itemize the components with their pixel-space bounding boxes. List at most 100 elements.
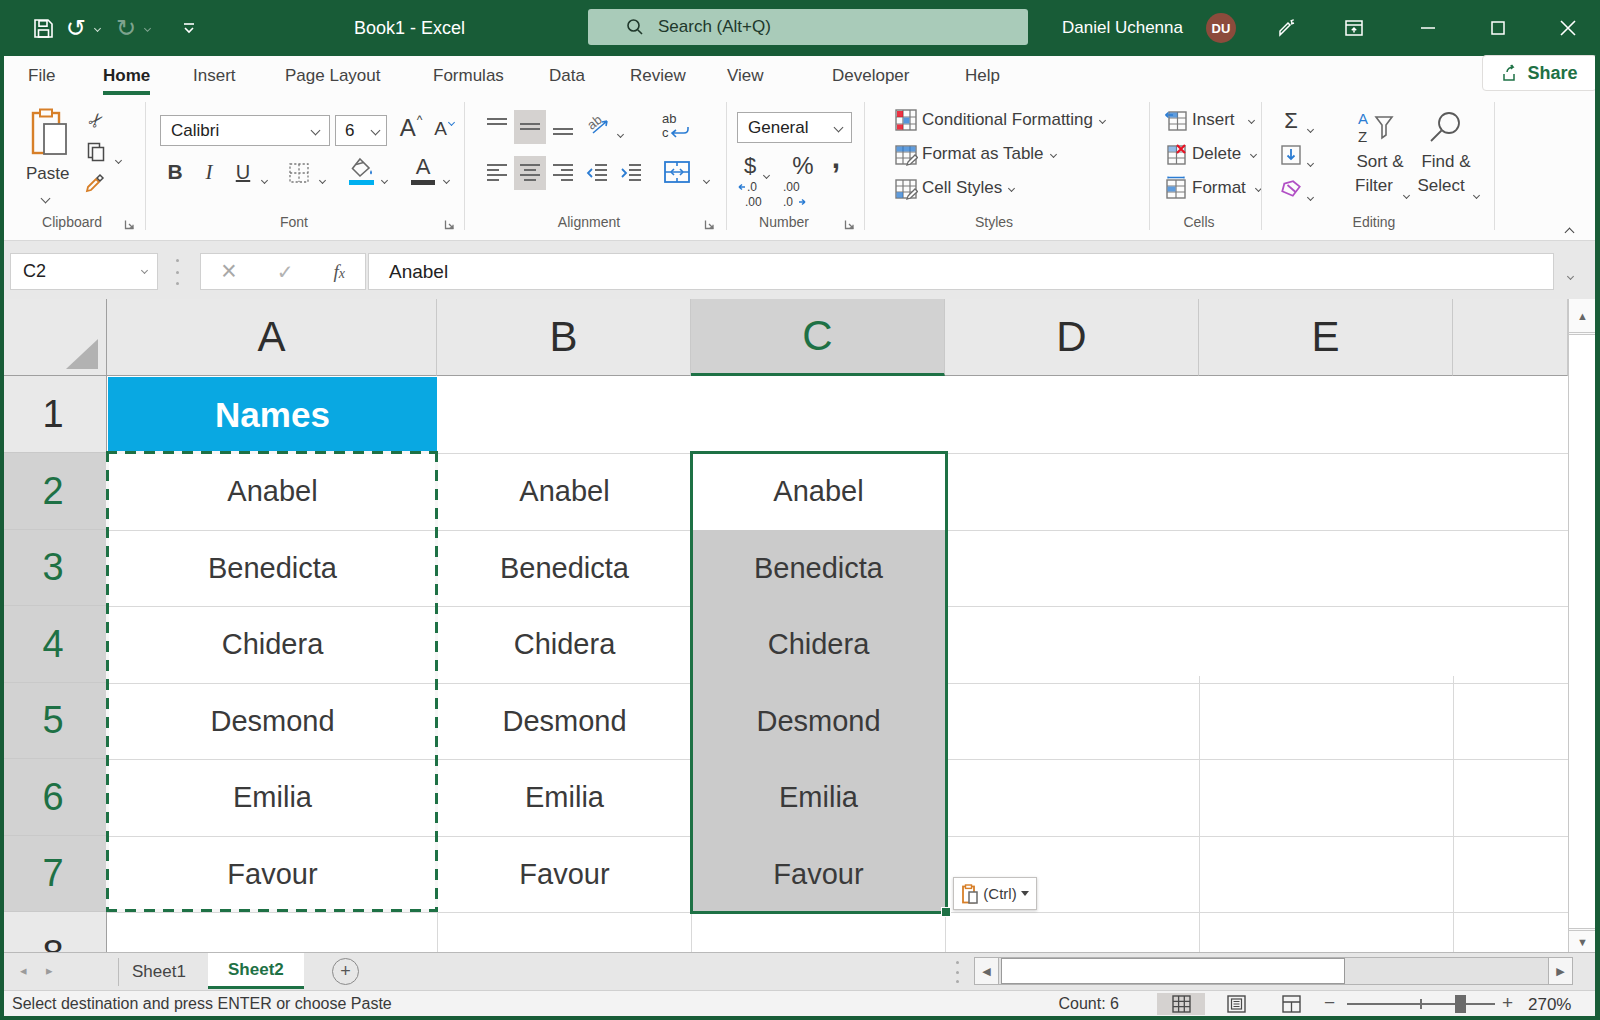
cell-B7[interactable]: Favour (438, 836, 691, 912)
sort-filter-label-1[interactable]: Sort & (1350, 152, 1410, 172)
paste-button[interactable] (24, 106, 76, 162)
vertical-scroll-thumb[interactable] (1569, 334, 1596, 929)
align-bottom-button[interactable] (548, 112, 578, 142)
user-name[interactable]: Daniel Uchenna (1062, 0, 1183, 56)
column-header-E[interactable]: E (1199, 299, 1453, 376)
tab-insert[interactable]: Insert (193, 56, 236, 96)
save-icon[interactable] (28, 0, 58, 56)
scroll-down-arrow[interactable]: ▼ (1569, 930, 1596, 952)
orientation-button[interactable]: ab (584, 110, 616, 142)
accounting-format-button[interactable]: $ (740, 152, 760, 180)
enter-icon[interactable]: ✓ (277, 260, 294, 284)
minimize-button[interactable] (1408, 0, 1448, 56)
maximize-button[interactable] (1478, 0, 1518, 56)
merge-center-button[interactable] (660, 156, 694, 188)
row-header-6[interactable]: 6 (0, 759, 107, 836)
cell-A3[interactable]: Benedicta (108, 530, 437, 606)
align-top-button[interactable] (482, 112, 512, 142)
align-right-button[interactable] (548, 158, 578, 188)
name-box[interactable]: C2 (10, 253, 158, 290)
row-header-2[interactable]: 2 (0, 453, 107, 530)
clear-button[interactable] (1278, 176, 1304, 202)
normal-view-button[interactable] (1157, 993, 1205, 1015)
redo-chevron-icon[interactable] (140, 0, 154, 56)
row-header-5[interactable]: 5 (0, 683, 107, 759)
autosum-button[interactable]: Σ (1278, 108, 1304, 134)
expand-formula-bar-icon[interactable] (1568, 265, 1573, 283)
cell-A1[interactable]: Names (108, 377, 437, 453)
insert-cells-button[interactable]: Insert (1164, 108, 1254, 132)
hscroll-right-arrow[interactable]: ▶ (1548, 958, 1572, 984)
scroll-up-arrow[interactable]: ▲ (1569, 299, 1596, 333)
fill-button[interactable] (1278, 142, 1304, 168)
number-dialog-launcher[interactable] (844, 216, 856, 228)
decrease-font-size-button[interactable]: A (430, 114, 458, 144)
column-header-F[interactable] (1453, 299, 1568, 376)
fill-color-button[interactable] (348, 156, 376, 180)
decrease-indent-button[interactable] (582, 158, 612, 188)
collapse-ribbon-button[interactable] (1566, 222, 1573, 240)
find-select-label-2[interactable]: Select (1410, 176, 1472, 196)
insert-function-icon[interactable]: fx (334, 261, 346, 283)
tab-file[interactable]: File (28, 56, 55, 96)
cell-B5[interactable]: Desmond (438, 683, 691, 759)
bold-button[interactable]: B (162, 158, 188, 186)
column-header-A[interactable]: A (107, 299, 437, 376)
sheet-nav-left-icon[interactable]: ◂ (20, 963, 27, 978)
paste-label[interactable]: Paste (26, 164, 69, 184)
quick-access-toolbar-menu[interactable] (178, 0, 200, 56)
share-button[interactable]: Share (1482, 55, 1597, 91)
fill-handle[interactable] (941, 907, 951, 917)
align-middle-button[interactable] (514, 110, 546, 144)
avatar[interactable]: DU (1206, 13, 1236, 43)
tab-formulas[interactable]: Formulas (433, 56, 504, 96)
comma-style-button[interactable]: , (826, 144, 846, 172)
cell-A5[interactable]: Desmond (108, 683, 437, 759)
page-break-view-button[interactable] (1267, 993, 1315, 1015)
paste-options-button[interactable]: (Ctrl) (953, 877, 1037, 910)
column-header-C[interactable]: C (691, 299, 945, 376)
new-sheet-button[interactable]: + (332, 958, 359, 985)
align-left-button[interactable] (482, 158, 512, 188)
cell-A4[interactable]: Chidera (108, 606, 437, 683)
hscroll-left-arrow[interactable]: ◀ (975, 958, 999, 984)
redo-button[interactable]: ↻ (112, 0, 140, 56)
column-header-B[interactable]: B (437, 299, 691, 376)
undo-button[interactable]: ↺ (62, 0, 90, 56)
font-size-select[interactable]: 6 (335, 115, 387, 146)
zoom-out-button[interactable]: − (1324, 992, 1335, 1014)
whats-new-icon[interactable] (1272, 0, 1302, 56)
increase-decimal-button[interactable]: .0.00 (736, 178, 772, 210)
tab-view[interactable]: View (727, 56, 764, 96)
font-family-select[interactable]: Calibri (160, 115, 330, 146)
font-dialog-launcher[interactable] (444, 216, 456, 228)
page-layout-view-button[interactable] (1212, 993, 1260, 1015)
cell-A7[interactable]: Favour (108, 836, 437, 912)
cancel-icon[interactable]: × (221, 256, 237, 287)
decrease-decimal-button[interactable]: .00.0 (776, 178, 812, 210)
zoom-in-button[interactable]: + (1502, 992, 1513, 1014)
increase-indent-button[interactable] (616, 158, 646, 188)
row-header-4[interactable]: 4 (0, 606, 107, 683)
select-all-corner[interactable] (0, 299, 107, 376)
tab-data[interactable]: Data (549, 56, 585, 96)
undo-chevron-icon[interactable] (90, 0, 104, 56)
sheet-tab-sheet1[interactable]: Sheet1 (114, 953, 204, 990)
conditional-formatting-button[interactable]: Conditional Formatting (894, 108, 1105, 132)
borders-button[interactable] (286, 160, 312, 186)
search-box[interactable]: Search (Alt+Q) (588, 9, 1028, 45)
cell-A2[interactable]: Anabel (108, 453, 437, 530)
tab-review[interactable]: Review (630, 56, 686, 96)
increase-font-size-button[interactable]: A^ (396, 112, 426, 144)
sort-filter-label-2[interactable]: Filter (1344, 176, 1404, 196)
alignment-dialog-launcher[interactable] (704, 216, 716, 228)
namebox-splitter[interactable] (176, 259, 180, 285)
underline-button[interactable]: U (230, 158, 256, 186)
tab-page-layout[interactable]: Page Layout (285, 56, 380, 96)
cell-B2[interactable]: Anabel (438, 453, 691, 530)
wrap-text-button[interactable]: abc (656, 108, 696, 144)
tab-help[interactable]: Help (965, 56, 1000, 96)
find-select-label-1[interactable]: Find & (1416, 152, 1476, 172)
cell-styles-button[interactable]: Cell Styles (894, 176, 1014, 200)
tab-developer[interactable]: Developer (832, 56, 910, 96)
